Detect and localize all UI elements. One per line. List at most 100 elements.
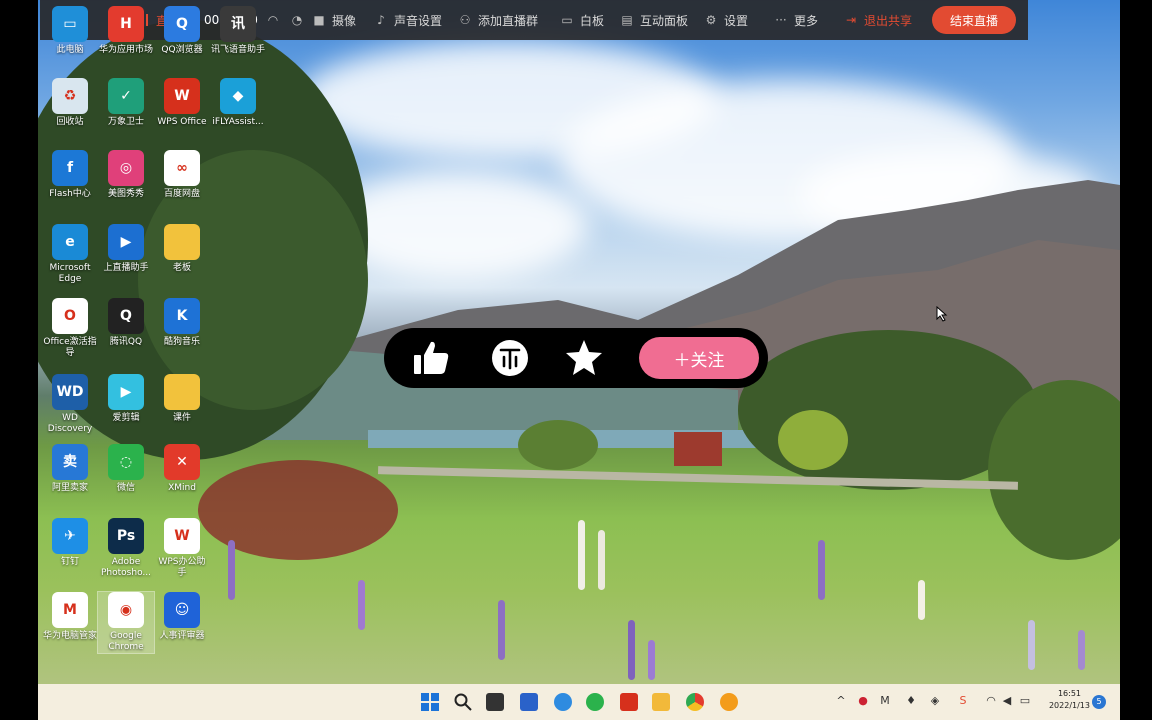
end-live-button[interactable]: 结束直播 (932, 6, 1016, 34)
desktop-icon-label: 阿里卖家 (51, 483, 88, 493)
tray-settings-icon[interactable]: ◈ (928, 694, 942, 708)
desktop-icon-video-editor[interactable]: ▶ 爱剪辑 (98, 374, 154, 424)
desktop-icon-wechat[interactable]: ◌ 微信 (98, 444, 154, 494)
windows-logo-icon (421, 693, 439, 711)
exit-icon: ⇥ (845, 13, 857, 27)
desktop-icon-review-tool[interactable]: ☺ 人事评审器 (154, 592, 210, 642)
volume-icon[interactable]: ◀ (1000, 694, 1014, 708)
notification-badge[interactable]: 5 (1092, 695, 1106, 709)
desktop-icon-huawei-pc-manager[interactable]: M 华为电脑管家 (42, 592, 98, 642)
desktop-icon-google-chrome[interactable]: ◉ Google Chrome (97, 591, 155, 654)
wps-taskbar-icon[interactable] (620, 693, 638, 711)
desktop-icon-this-pc[interactable]: ▭ 此电脑 (42, 6, 98, 56)
desktop-icon-office-activation[interactable]: O Office激活指导 (42, 298, 98, 359)
clock-time: 16:51 (1057, 689, 1082, 698)
favorite-button[interactable] (564, 338, 604, 378)
desktop-icon-baidu-netdisk[interactable]: ∞ 百度网盘 (154, 150, 210, 200)
thumbs-up-icon (414, 341, 449, 374)
exit-share-label: 退出共享 (864, 13, 913, 28)
add-group-button[interactable]: ⚇ 添加直播群 (458, 12, 538, 29)
desktop-icon-iflytek-assistant[interactable]: 讯讯飞语音助手 (210, 6, 266, 56)
wechat-icon: ◌ (108, 444, 144, 480)
desktop-icon-label: 爱剪辑 (112, 413, 140, 423)
edge-taskbar-icon[interactable] (554, 693, 572, 711)
desktop-icon-label: WD Discovery (47, 413, 93, 434)
desktop-icon-security-guard[interactable]: ✓ 万象卫士 (98, 78, 154, 128)
desktop-icon-qq-browser[interactable]: Q QQ浏览器 (154, 6, 210, 56)
desktop-icon-tencent-qq[interactable]: Q 腾讯QQ (98, 298, 154, 348)
whiteboard-button[interactable]: ▭ 白板 (560, 12, 604, 29)
app-taskbar-icon[interactable] (720, 693, 738, 711)
desktop-icon-label: 老板 (172, 263, 191, 273)
task-view-icon[interactable] (486, 693, 504, 711)
wechat-taskbar-icon[interactable] (586, 693, 604, 711)
desktop-icon-dingtalk[interactable]: ✈ 钉钉 (42, 518, 98, 568)
desktop-icon-label: Adobe Photosho... (101, 557, 151, 578)
follow-button[interactable]: ＋关注 (639, 337, 759, 379)
desktop-icon-wd-discovery[interactable]: WD WD Discovery (42, 374, 98, 435)
sound-settings-button[interactable]: ♪ 声音设置 (374, 12, 442, 29)
desktop-icon-label: Office激活指导 (43, 337, 97, 358)
live-action-bar: ＋关注 (384, 328, 768, 388)
folder-taskbar-icon[interactable] (652, 693, 670, 711)
desktop-icon-ali-seller[interactable]: 卖阿里卖家 (42, 444, 98, 494)
gift-coin-button[interactable] (490, 338, 530, 378)
desktop-icon-iflyassist[interactable]: ◆ iFLYAssist... (210, 78, 266, 128)
battery-icon[interactable]: ▭ (1018, 694, 1032, 708)
chrome-taskbar-icon[interactable] (686, 693, 704, 711)
tray-m-icon[interactable]: M (878, 694, 892, 708)
wifi-icon[interactable]: ◠ (266, 13, 280, 27)
desktop-icon-folder-courseware[interactable]: 课件 (154, 374, 210, 424)
chat-icon: ▤ (621, 13, 633, 27)
search-icon[interactable] (454, 693, 472, 711)
wd-discovery-icon: WD (52, 374, 88, 410)
microsoft-edge-icon: e (52, 224, 88, 260)
baidu-netdisk-icon: ∞ (164, 150, 200, 186)
camera-button[interactable]: ■ 摄像 (312, 12, 356, 29)
desktop-icon-microsoft-edge[interactable]: e Microsoft Edge (42, 224, 98, 285)
huawei-appgallery-icon: H (108, 6, 144, 42)
tray-app-icon[interactable]: ● (856, 694, 870, 708)
camera-label: 摄像 (332, 13, 357, 28)
adobe-photoshop-icon: Ps (108, 518, 144, 554)
desktop-icon-wps-assistant[interactable]: W WPS办公助手 (154, 518, 210, 579)
desktop-icon-kugou-music[interactable]: K 酷狗音乐 (154, 298, 210, 348)
chevron-up-icon[interactable]: ^ (834, 694, 848, 708)
tray-s-icon[interactable]: S (956, 694, 970, 708)
gear-icon: ⚙ (705, 13, 717, 27)
flash-center-icon: f (52, 150, 88, 186)
desktop-icon-meitu[interactable]: ◎ 美图秀秀 (98, 150, 154, 200)
live-assistant-icon: ▶ (108, 224, 144, 260)
settings-button[interactable]: ⚙ 设置 (704, 12, 748, 29)
desktop-icon-label: 微信 (116, 483, 135, 493)
desktop-icon-wps-office[interactable]: W WPS Office (154, 78, 210, 128)
add-group-label: 添加直播群 (478, 13, 539, 28)
more-button[interactable]: ··· 更多 (774, 12, 818, 29)
desktop-icon-label: 上直播助手 (103, 263, 149, 273)
windows-start-icon[interactable] (421, 693, 439, 711)
dashboard-icon[interactable]: ◔ (290, 13, 304, 27)
desktop-icon-recycle-bin[interactable]: ♻ 回收站 (42, 78, 98, 128)
office-activation-icon: O (52, 298, 88, 334)
recycle-bin-icon: ♻ (52, 78, 88, 114)
wps-assistant-icon: W (164, 518, 200, 554)
desktop-icon-huawei-appgallery[interactable]: H 华为应用市场 (98, 6, 154, 56)
desktop-icon-label: 万象卫士 (107, 117, 144, 127)
coin-icon (492, 340, 528, 376)
clock[interactable]: 16:51 2022/1/13 (1049, 688, 1090, 712)
more-label: 更多 (794, 13, 819, 28)
desktop-icon-xmind[interactable]: ✕ XMind (154, 444, 210, 494)
wifi-tray-icon[interactable]: ◠ (984, 694, 998, 708)
desktop-icon-flash-center[interactable]: f Flash中心 (42, 150, 98, 200)
taskbar: ^ ● M ♦ ◈ S ◠ ◀ ▭ 16:51 2022/1/13 5 (38, 684, 1120, 720)
desktop-icon-folder-boss[interactable]: 老板 (154, 224, 210, 274)
widgets-icon[interactable] (520, 693, 538, 711)
tray-mic-icon[interactable]: ♦ (904, 694, 918, 708)
like-button[interactable] (411, 338, 451, 378)
desktop-icon-label: 酷狗音乐 (163, 337, 200, 347)
exit-share-button[interactable]: ⇥ 退出共享 (844, 12, 912, 29)
desktop-icon-live-assistant[interactable]: ▶ 上直播助手 (98, 224, 154, 274)
desktop-icon-adobe-photoshop[interactable]: Ps Adobe Photosho... (98, 518, 154, 579)
interact-panel-button[interactable]: ▤ 互动面板 (620, 12, 688, 29)
desktop-icon-label: 此电脑 (56, 45, 84, 55)
